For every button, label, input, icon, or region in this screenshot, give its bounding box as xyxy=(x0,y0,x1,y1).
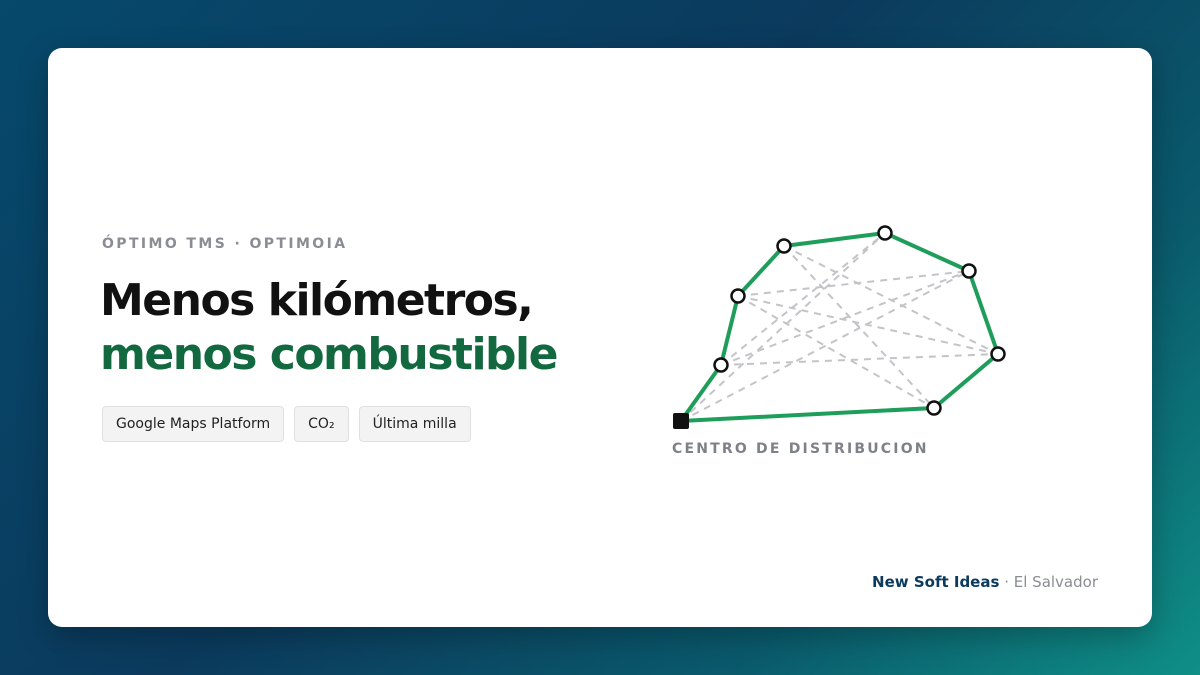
stop-node xyxy=(730,288,746,304)
optimized-route xyxy=(679,231,1000,423)
depot-marker xyxy=(673,413,689,429)
stop-node xyxy=(877,225,893,241)
footer-separator: · xyxy=(1004,573,1009,591)
stop-node xyxy=(926,400,942,416)
footer-credit: New Soft Ideas · El Salvador xyxy=(872,573,1098,591)
alt-route-line xyxy=(737,295,999,355)
alt-route-line xyxy=(720,232,886,366)
alt-route-line xyxy=(783,245,935,409)
route-diagram xyxy=(673,225,1006,429)
stop-node xyxy=(776,238,792,254)
alt-route-line xyxy=(720,353,999,366)
footer-brand: New Soft Ideas xyxy=(872,573,1000,591)
footer-place: El Salvador xyxy=(1013,573,1098,591)
alt-route-line xyxy=(737,270,970,297)
stop-node xyxy=(990,346,1006,362)
alt-route-line xyxy=(680,232,886,422)
alt-route-line xyxy=(737,295,935,409)
hero-card: ÓPTIMO TMS · OPTIMOIA Menos kilómetros, … xyxy=(48,48,1152,627)
stop-node xyxy=(961,263,977,279)
depot-label: CENTRO DE DISTRIBUCION xyxy=(672,441,929,457)
stop-node xyxy=(713,357,729,373)
